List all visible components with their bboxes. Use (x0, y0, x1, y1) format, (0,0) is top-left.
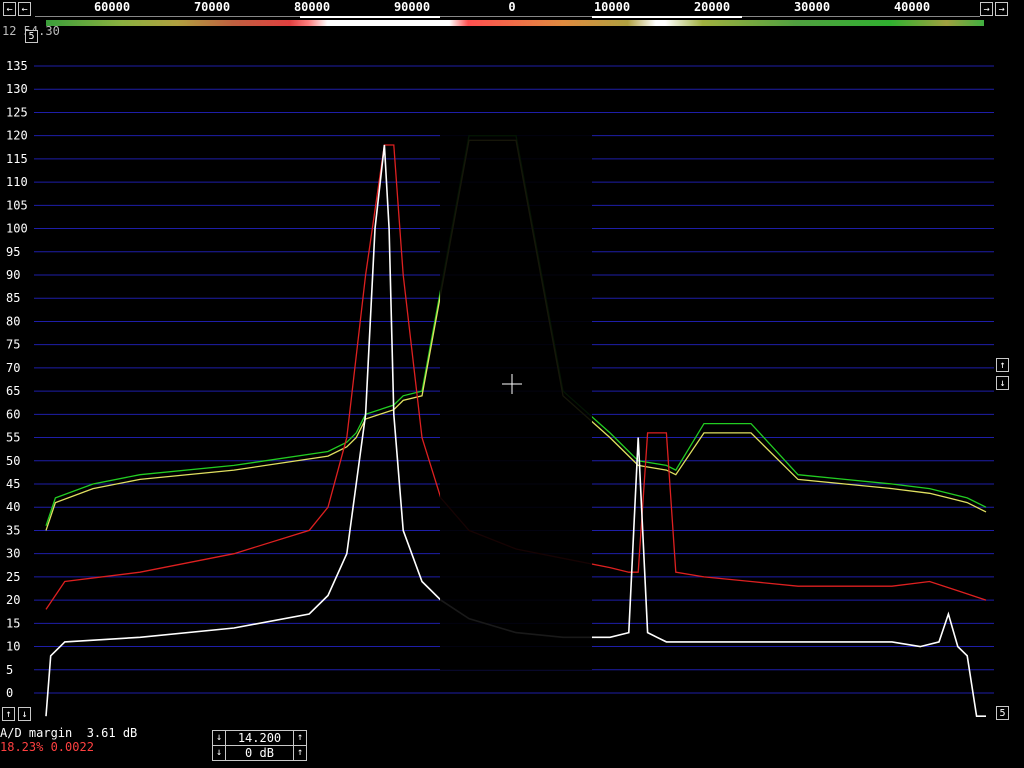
y-tick-label: 70 (6, 361, 20, 375)
gain-down-button[interactable]: ↓ (213, 746, 226, 760)
y-tick-label: 65 (6, 384, 20, 398)
frequency-up-button[interactable]: ↑ (293, 731, 306, 745)
y-tick-label: 125 (6, 105, 28, 119)
frequency-value: 14.200 (237, 731, 282, 745)
gain-control: ↓ 0 dB ↑ (212, 745, 307, 761)
y-tick-label: 105 (6, 198, 28, 212)
y-tick-label: 135 (6, 59, 28, 73)
y-tick-label: 30 (6, 547, 20, 561)
y-tick-label: 45 (6, 477, 20, 491)
ad-margin-label: A/D margin 3.61 dB (0, 726, 137, 740)
y-tick-label: 95 (6, 245, 20, 259)
y-tick-label: 60 (6, 407, 20, 421)
gain-up-button[interactable]: ↑ (293, 746, 306, 760)
y-tick-label: 20 (6, 593, 20, 607)
center-band (440, 130, 592, 670)
y-axis-labels: 1351301251201151101051009590858075706560… (6, 59, 28, 700)
left-up-button[interactable]: ↑ (2, 707, 15, 721)
y-tick-label: 10 (6, 640, 20, 654)
y-tick-label: 40 (6, 500, 20, 514)
frequency-control: ↓ 14.200 ↑ (212, 730, 307, 746)
y-tick-label: 110 (6, 175, 28, 189)
y-tick-label: 0 (6, 686, 13, 700)
y-scale-up-button[interactable]: ↑ (996, 358, 1009, 372)
y-tick-label: 25 (6, 570, 20, 584)
left-down-button[interactable]: ↓ (18, 707, 31, 721)
y-tick-label: 75 (6, 338, 20, 352)
y-tick-label: 85 (6, 291, 20, 305)
y-tick-label: 15 (6, 616, 20, 630)
y-tick-label: 90 (6, 268, 20, 282)
y-tick-label: 50 (6, 454, 20, 468)
y-tick-label: 5 (6, 663, 13, 677)
frequency-down-button[interactable]: ↓ (213, 731, 226, 745)
ad-margin-value: 3.61 dB (86, 726, 138, 740)
y-tick-label: 100 (6, 222, 28, 236)
ad-margin-text: A/D margin (0, 726, 73, 740)
y-tick-label: 130 (6, 82, 28, 96)
y-tick-label: 115 (6, 152, 28, 166)
right-5-button[interactable]: 5 (996, 706, 1009, 720)
percent-status: 18.23% 0.0022 (0, 740, 94, 754)
y-tick-label: 35 (6, 523, 20, 537)
y-tick-label: 55 (6, 431, 20, 445)
gain-value: 0 dB (245, 746, 274, 760)
y-scale-down-button[interactable]: ↓ (996, 376, 1009, 390)
y-tick-label: 80 (6, 314, 20, 328)
spectrum-chart: 1351301251201151101051009590858075706560… (6, 59, 994, 718)
y-tick-label: 120 (6, 129, 28, 143)
